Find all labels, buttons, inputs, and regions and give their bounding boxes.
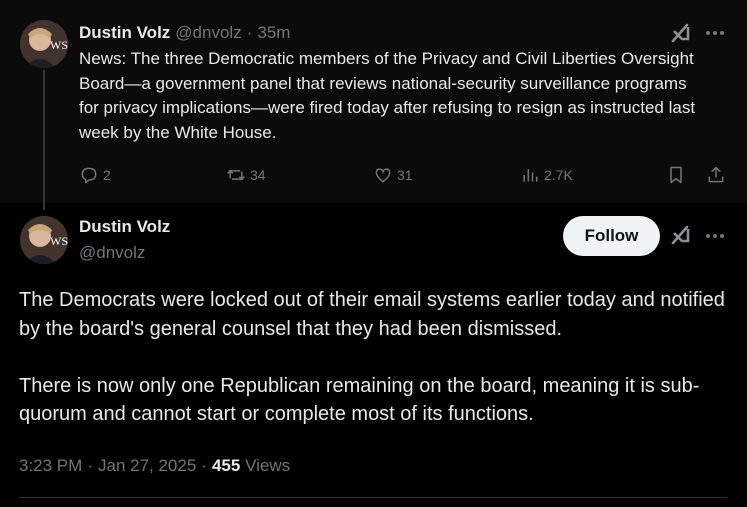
share-icon: [708, 166, 724, 183]
repost-button[interactable]: 34: [226, 163, 266, 187]
parent-avatar[interactable]: WSJ: [20, 20, 68, 68]
view-count-group[interactable]: 455 Views: [212, 456, 290, 476]
share-button[interactable]: [706, 163, 726, 187]
focused-handle[interactable]: @dnvolz: [79, 243, 145, 263]
parent-tweet-text: News: The three Democratic members of th…: [79, 49, 696, 142]
tweet-paragraph: There is now only one Republican remaini…: [19, 374, 700, 426]
reply-count: 2: [103, 167, 111, 183]
parent-author-name[interactable]: Dustin Volz: [79, 23, 170, 43]
thread-connector-line: [43, 70, 45, 210]
tweet-thread-view: WSJ Dustin Volz @dnvolz · 35m News: The …: [0, 0, 747, 507]
focused-avatar[interactable]: WSJ: [20, 216, 68, 264]
divider: [19, 497, 727, 498]
tweet-paragraph: The Democrats were locked out of their e…: [19, 289, 725, 340]
more-icon[interactable]: [704, 230, 726, 242]
like-button[interactable]: 31: [373, 163, 413, 187]
parent-tweet-header: Dustin Volz @dnvolz · 35m: [79, 22, 290, 44]
parent-separator: ·: [246, 23, 253, 42]
parent-handle[interactable]: @dnvolz: [175, 23, 241, 43]
repost-count: 34: [250, 167, 266, 183]
tweet-time[interactable]: 3:23 PM: [19, 456, 82, 476]
grok-icon[interactable]: [670, 224, 692, 246]
parent-time-ago[interactable]: 35m: [257, 23, 290, 43]
focused-author-name[interactable]: Dustin Volz: [79, 217, 170, 237]
meta-separator: ·: [201, 456, 207, 475]
meta-separator: ·: [87, 456, 93, 475]
reply-icon: [81, 167, 97, 184]
svg-text:WSJ: WSJ: [50, 38, 68, 52]
focused-tweet-text: The Democrats were locked out of their e…: [19, 286, 734, 429]
views-label: Views: [245, 456, 291, 475]
view-count: 455: [211, 456, 241, 475]
parent-action-bar: 2 34 31 2.7K: [0, 163, 747, 187]
tweet-metadata: 3:23 PM · Jan 27, 2025 · 455 Views: [19, 456, 290, 476]
bookmark-button[interactable]: [666, 163, 686, 187]
views-icon: [523, 169, 538, 182]
views-count: 2.7K: [544, 167, 573, 183]
like-icon: [375, 168, 391, 183]
follow-button[interactable]: Follow: [563, 216, 660, 256]
more-icon[interactable]: [704, 27, 726, 39]
grok-icon[interactable]: [670, 22, 692, 44]
parent-tweet[interactable]: WSJ Dustin Volz @dnvolz · 35m News: The …: [0, 0, 747, 210]
like-count: 31: [397, 167, 413, 183]
bookmark-icon: [670, 166, 682, 184]
svg-text:WSJ: WSJ: [50, 234, 68, 248]
tweet-date[interactable]: Jan 27, 2025: [98, 456, 196, 476]
views-button[interactable]: 2.7K: [520, 163, 573, 187]
reply-button[interactable]: 2: [79, 163, 111, 187]
repost-icon: [227, 169, 245, 181]
